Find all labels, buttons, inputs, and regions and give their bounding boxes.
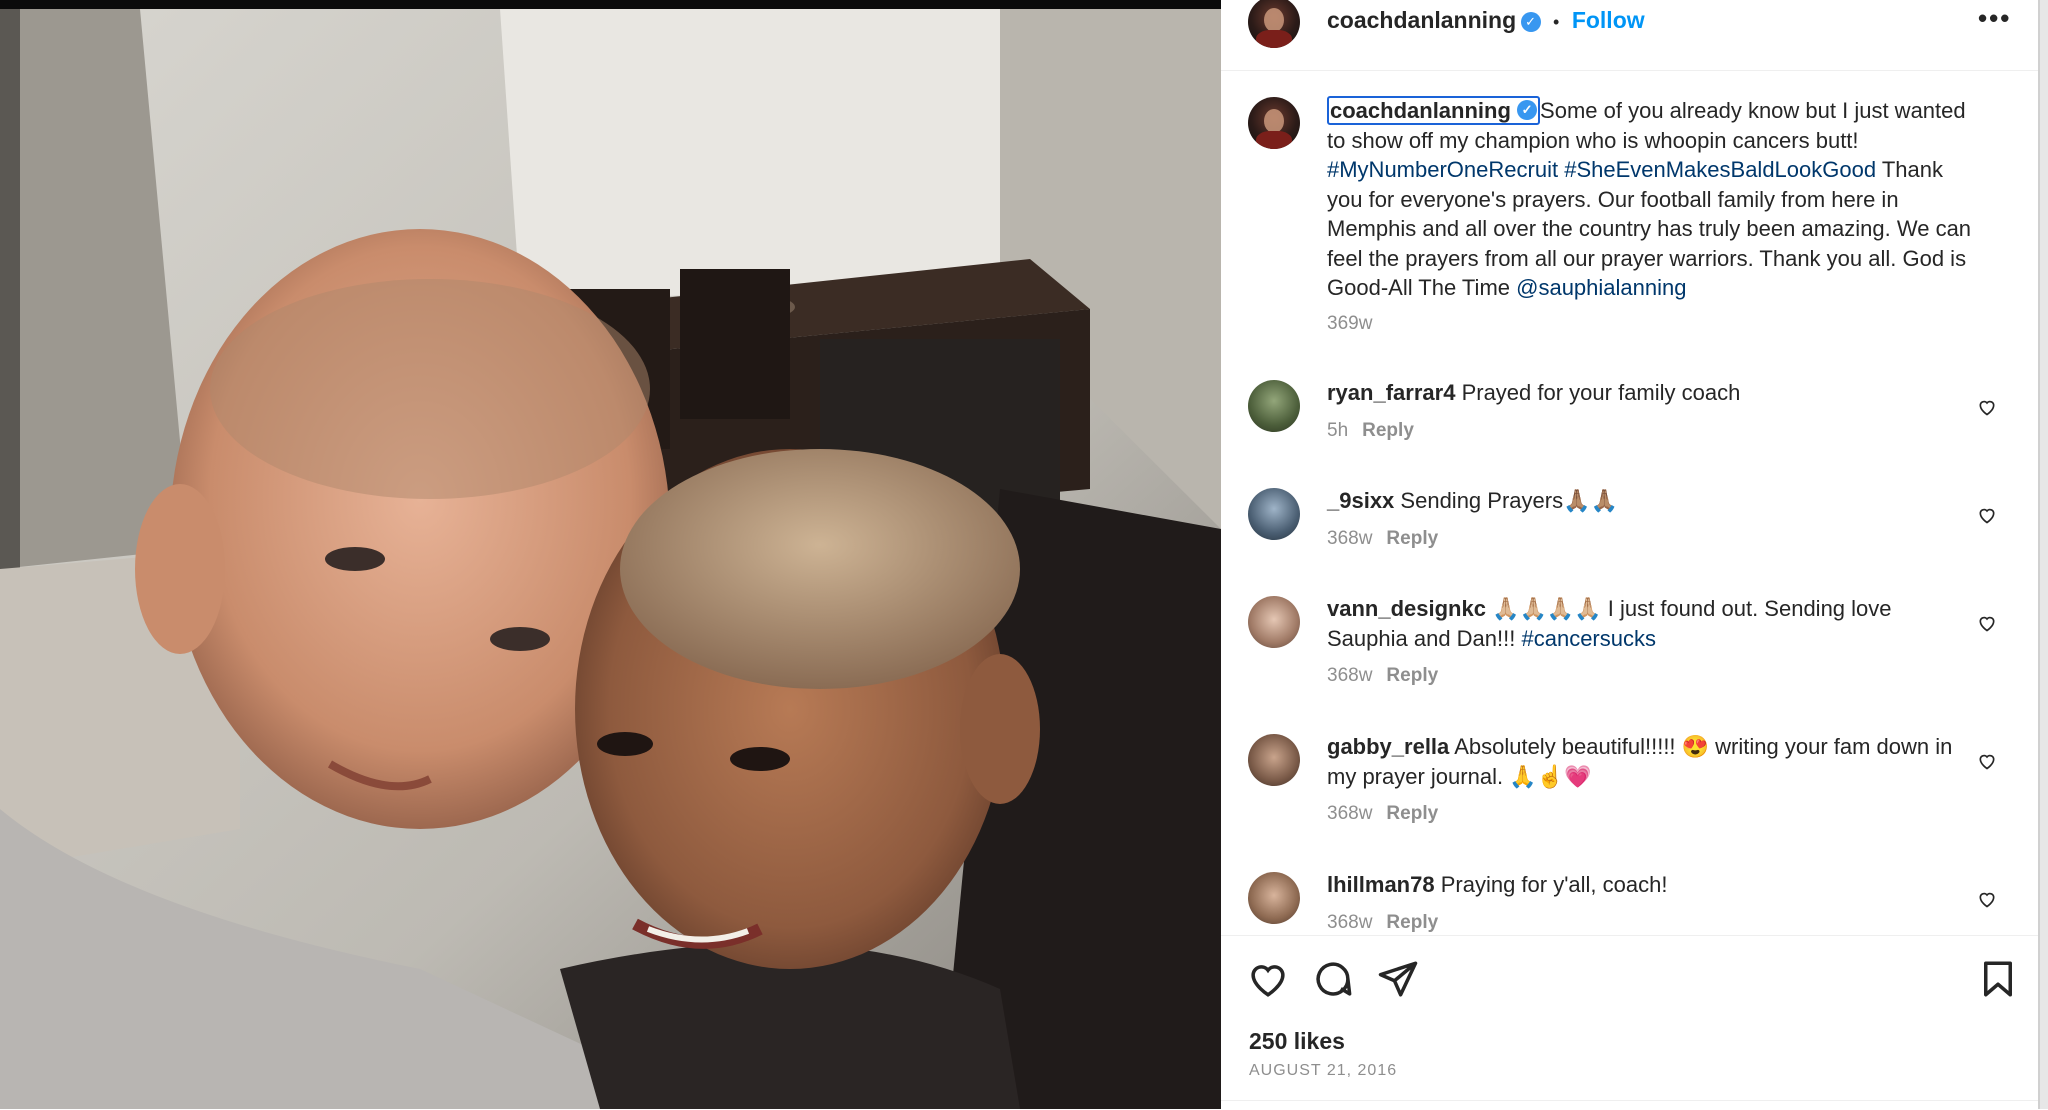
likes-count[interactable]: 250 likes [1249,1028,1345,1055]
comment-time[interactable]: 368w [1327,528,1372,549]
comment-text: Praying for y'all, coach! [1440,872,1668,897]
comment-time[interactable]: 368w [1327,665,1372,686]
avatar-shirt [1256,131,1292,149]
list-item: gabby_rella Absolutely beautiful!!!!! 😍 … [1327,732,1957,829]
verified-badge-icon: ✓ [1517,100,1538,121]
top-dark-strip [0,0,1221,9]
like-heart-icon[interactable] [1247,958,1289,1000]
comment-username[interactable]: vann_designkc [1327,596,1486,621]
commenter-avatar[interactable] [1248,734,1300,786]
comment-username[interactable]: _9sixx [1327,488,1394,513]
comment-text: Sending Prayers🙏🏽🙏🏽 [1400,488,1618,513]
mention-link[interactable]: @sauphialanning [1516,275,1686,300]
share-paper-plane-icon[interactable] [1377,958,1419,1000]
hashtag-link[interactable]: #cancersucks [1521,626,1656,651]
post-actions: 250 likes AUGUST 21, 2016 [1221,935,2038,1110]
header-username[interactable]: coachdanlanning [1327,7,1516,33]
list-item: lhillman78 Praying for y'all, coach! 368… [1327,870,1957,935]
list-item: vann_designkc 🙏🏼🙏🏼🙏🏼🙏🏼 I just found out.… [1327,594,1957,691]
comment-username[interactable]: ryan_farrar4 [1327,380,1455,405]
comment-username[interactable]: lhillman78 [1327,872,1435,897]
caption-avatar[interactable] [1248,97,1300,149]
like-comment-heart-icon[interactable] [1977,397,1997,417]
comment-time[interactable]: 368w [1327,803,1372,824]
comment-bubble-icon[interactable] [1312,958,1354,1000]
like-comment-heart-icon[interactable] [1977,889,1997,909]
avatar-shirt [1256,30,1292,48]
comment-meta: 368w Reply [1327,908,1957,936]
follow-button[interactable]: Follow [1572,7,1645,33]
reply-button[interactable]: Reply [1362,420,1414,441]
commenter-avatar[interactable] [1248,380,1300,432]
like-comment-heart-icon[interactable] [1977,613,1997,633]
post-sidebar: coachdanlanning ✓ • Follow ••• coachdanl… [1221,0,2038,1109]
post-date: AUGUST 21, 2016 [1249,1062,1398,1079]
verified-badge-icon: ✓ [1520,11,1541,32]
avatar-face [1264,109,1284,133]
hashtag-link[interactable]: #SheEvenMakesBaldLookGood [1564,157,1876,182]
comments-list[interactable]: ryan_farrar4 Prayed for your family coac… [1221,350,2038,935]
divider [1221,1100,2038,1101]
header-separator: • [1553,12,1560,32]
avatar-face [1264,8,1284,32]
save-bookmark-icon[interactable] [1977,958,2019,1000]
comment-meta: 368w Reply [1327,799,1957,829]
like-comment-heart-icon[interactable] [1977,751,1997,771]
post-photo[interactable] [0,9,1221,1109]
commenter-avatar[interactable] [1248,596,1300,648]
caption-meta: 369w [1327,309,1977,339]
reply-button[interactable]: Reply [1386,665,1438,686]
reply-button[interactable]: Reply [1386,803,1438,824]
caption-username-text: coachdanlanning [1330,98,1511,123]
commenter-avatar[interactable] [1248,872,1300,924]
author-avatar[interactable] [1248,0,1300,48]
comment-text: Prayed for your family coach [1461,380,1741,405]
comment-meta: 5h Reply [1327,416,1957,446]
window-edge [2038,0,2048,1109]
reply-button[interactable]: Reply [1386,528,1438,549]
caption-timestamp[interactable]: 369w [1327,313,1372,334]
caption-username[interactable]: coachdanlanning ✓ [1327,96,1541,125]
header-user-line: coachdanlanning ✓ • Follow [1327,7,1645,34]
post-header: coachdanlanning ✓ • Follow ••• [1221,0,2038,71]
commenter-avatar[interactable] [1248,488,1300,540]
comment-username[interactable]: gabby_rella [1327,734,1449,759]
hashtag-link[interactable]: #MyNumberOneRecruit [1327,157,1558,182]
comment-time[interactable]: 368w [1327,912,1372,933]
list-item: ryan_farrar4 Prayed for your family coac… [1327,378,1957,445]
post-caption: coachdanlanning ✓ Some of you already kno… [1327,96,1977,338]
like-comment-heart-icon[interactable] [1977,505,1997,525]
comment-time[interactable]: 5h [1327,420,1348,441]
reply-button[interactable]: Reply [1386,912,1438,933]
comment-meta: 368w Reply [1327,524,1957,554]
more-options-icon[interactable]: ••• [1978,3,2011,34]
comment-meta: 368w Reply [1327,661,1957,691]
list-item: _9sixx Sending Prayers🙏🏽🙏🏽 368w Reply [1327,486,1957,553]
post-photo-art [0,9,1221,1109]
